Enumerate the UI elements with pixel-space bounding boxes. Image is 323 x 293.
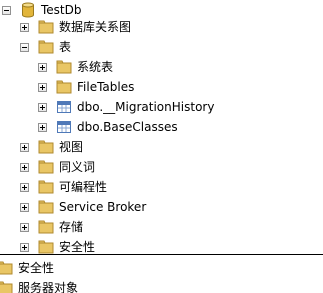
expand-toggle[interactable] xyxy=(20,182,29,192)
expand-toggle[interactable] xyxy=(38,102,47,112)
expand-toggle[interactable] xyxy=(38,122,47,132)
tree-node-service-broker[interactable]: Service Broker xyxy=(20,197,147,217)
tree-node-label: dbo.__MigrationHistory xyxy=(77,100,215,114)
tree-node-label: dbo.BaseClasses xyxy=(77,120,178,134)
folder-icon xyxy=(38,40,54,54)
expand-toggle[interactable] xyxy=(38,82,47,92)
expand-toggle[interactable] xyxy=(38,62,47,72)
tree-node-label: FileTables xyxy=(77,80,135,94)
tree-node-database-diagrams[interactable]: 数据库关系图 xyxy=(20,17,132,37)
database-icon xyxy=(22,2,34,18)
tree-node-system-tables[interactable]: 系统表 xyxy=(38,57,114,77)
tree-node-label: 视图 xyxy=(59,140,84,154)
tree-node-db-security[interactable]: 安全性 xyxy=(20,237,96,257)
tree-node-storage[interactable]: 存储 xyxy=(20,217,84,237)
folder-icon xyxy=(38,240,54,254)
collapse-toggle[interactable] xyxy=(20,42,29,52)
folder-icon xyxy=(56,80,72,94)
table-icon xyxy=(57,121,71,133)
tree-node-label: 安全性 xyxy=(59,240,96,254)
tree-node-label: 表 xyxy=(59,40,72,54)
expand-toggle[interactable] xyxy=(20,202,29,212)
expand-toggle[interactable] xyxy=(20,22,29,32)
tree-node-views[interactable]: 视图 xyxy=(20,137,84,157)
tree-node-programmability[interactable]: 可编程性 xyxy=(20,177,108,197)
folder-icon xyxy=(38,140,54,154)
tree-node-tables[interactable]: 表 xyxy=(20,37,72,57)
collapse-toggle[interactable] xyxy=(2,5,11,15)
expand-toggle[interactable] xyxy=(20,162,29,172)
table-icon xyxy=(57,101,71,113)
folder-icon xyxy=(0,261,13,275)
tree-node-label: Service Broker xyxy=(59,200,147,214)
folder-icon xyxy=(38,160,54,174)
tree-node-filetables[interactable]: FileTables xyxy=(38,77,135,97)
object-explorer-tree: TestDb 数据库关系图 表 系统表 FileTables dbo.__Mig… xyxy=(0,0,323,293)
folder-icon xyxy=(38,180,54,194)
expand-toggle[interactable] xyxy=(20,142,29,152)
tree-node-label: 存储 xyxy=(59,220,84,234)
tree-node-server-objects[interactable]: 服务器对象 xyxy=(0,278,79,293)
tree-node-migration-history[interactable]: dbo.__MigrationHistory xyxy=(38,97,215,117)
folder-icon xyxy=(56,60,72,74)
tree-node-label: 数据库关系图 xyxy=(59,20,132,34)
tree-node-label: 安全性 xyxy=(18,261,55,275)
tree-node-base-classes[interactable]: dbo.BaseClasses xyxy=(38,117,179,137)
folder-icon xyxy=(38,20,54,34)
expand-toggle[interactable] xyxy=(20,242,29,252)
folder-icon xyxy=(0,281,13,293)
folder-icon xyxy=(38,200,54,214)
tree-node-label: 同义词 xyxy=(59,160,96,174)
tree-node-label: 服务器对象 xyxy=(18,281,79,293)
tree-node-synonyms[interactable]: 同义词 xyxy=(20,157,96,177)
tree-node-label: 系统表 xyxy=(77,60,114,74)
expand-toggle[interactable] xyxy=(20,222,29,232)
tree-node-server-security[interactable]: 安全性 xyxy=(0,258,55,278)
tree-node-label: 可编程性 xyxy=(59,180,108,194)
folder-icon xyxy=(38,220,54,234)
